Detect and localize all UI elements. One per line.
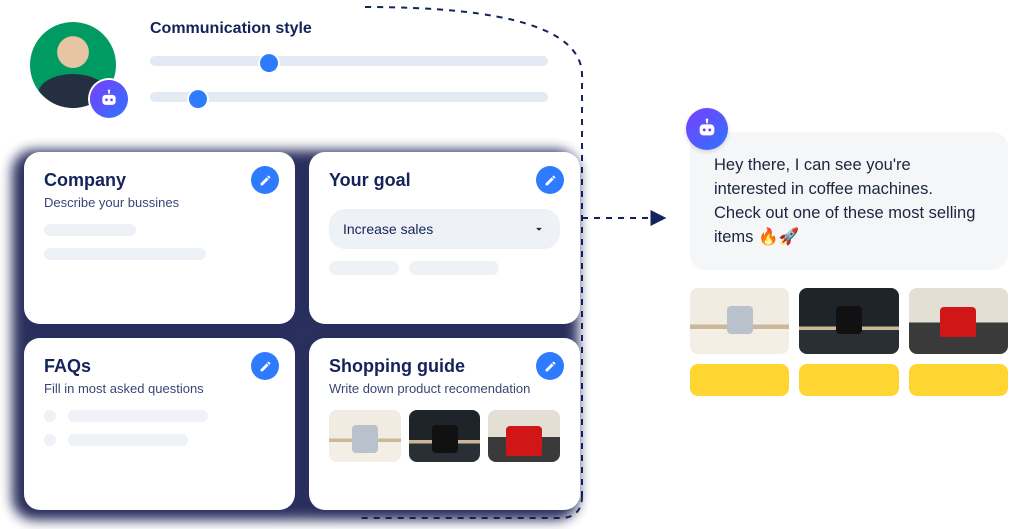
edit-company-button[interactable] [251, 166, 279, 194]
edit-faqs-button[interactable] [251, 352, 279, 380]
goal-select-label: Increase sales [343, 221, 433, 237]
product-thumb-3[interactable] [488, 410, 560, 462]
chat-bubble: Hey there, I can see you're interested i… [690, 132, 1008, 270]
bot-config-panel: Communication style Company Describe you… [12, 20, 578, 128]
chat-cta-2[interactable] [799, 364, 898, 396]
bot-badge-icon [90, 80, 128, 118]
faq-row-1 [44, 410, 275, 422]
faq-row-2 [44, 434, 275, 446]
config-header: Communication style [12, 20, 578, 128]
chat-product-buttons [690, 364, 1008, 396]
chat-preview: Hey there, I can see you're interested i… [690, 108, 1008, 396]
chevron-down-icon [532, 222, 546, 236]
spacer [329, 195, 560, 201]
edit-shopping-button[interactable] [536, 352, 564, 380]
config-cards-grid: Company Describe your bussines Your goal… [24, 152, 580, 510]
pencil-icon [544, 360, 557, 373]
operator-avatar [30, 22, 120, 112]
bullet-icon [44, 410, 56, 422]
product-thumb-2[interactable] [409, 410, 481, 462]
card-company-sub: Describe your bussines [44, 195, 275, 210]
robot-icon [99, 89, 119, 109]
chat-product-thumbs [690, 288, 1008, 354]
placeholder-line [44, 224, 136, 236]
placeholder-line [68, 410, 208, 422]
chat-thumb-1[interactable] [690, 288, 789, 354]
slider-2[interactable] [150, 92, 548, 108]
robot-icon [696, 118, 718, 140]
placeholder-line [68, 434, 188, 446]
card-company: Company Describe your bussines [24, 152, 295, 324]
placeholder-pill [329, 261, 399, 275]
comm-style-title: Communication style [150, 20, 548, 38]
product-thumb-1[interactable] [329, 410, 401, 462]
goal-select[interactable]: Increase sales [329, 209, 560, 249]
chat-message-text: Hey there, I can see you're interested i… [714, 156, 975, 246]
card-company-title: Company [44, 170, 275, 191]
slider-1[interactable] [150, 56, 548, 72]
card-goal-title: Your goal [329, 170, 560, 191]
pencil-icon [259, 360, 272, 373]
chat-bot-badge [686, 108, 728, 150]
card-goal: Your goal Increase sales [309, 152, 580, 324]
card-faqs-sub: Fill in most asked questions [44, 381, 275, 396]
bullet-icon [44, 434, 56, 446]
pencil-icon [544, 174, 557, 187]
card-shopping-title: Shopping guide [329, 356, 560, 377]
card-faqs: FAQs Fill in most asked questions [24, 338, 295, 510]
card-faqs-title: FAQs [44, 356, 275, 377]
chat-thumb-3[interactable] [909, 288, 1008, 354]
edit-goal-button[interactable] [536, 166, 564, 194]
goal-pills [329, 261, 560, 275]
pencil-icon [259, 174, 272, 187]
placeholder-pill [409, 261, 499, 275]
placeholder-line [44, 248, 206, 260]
product-thumbnails [329, 410, 560, 462]
chat-cta-1[interactable] [690, 364, 789, 396]
chat-thumb-2[interactable] [799, 288, 898, 354]
card-shopping-sub: Write down product recomendation [329, 381, 560, 396]
comm-style-sliders: Communication style [150, 20, 578, 128]
chat-cta-3[interactable] [909, 364, 1008, 396]
card-shopping-guide: Shopping guide Write down product recome… [309, 338, 580, 510]
